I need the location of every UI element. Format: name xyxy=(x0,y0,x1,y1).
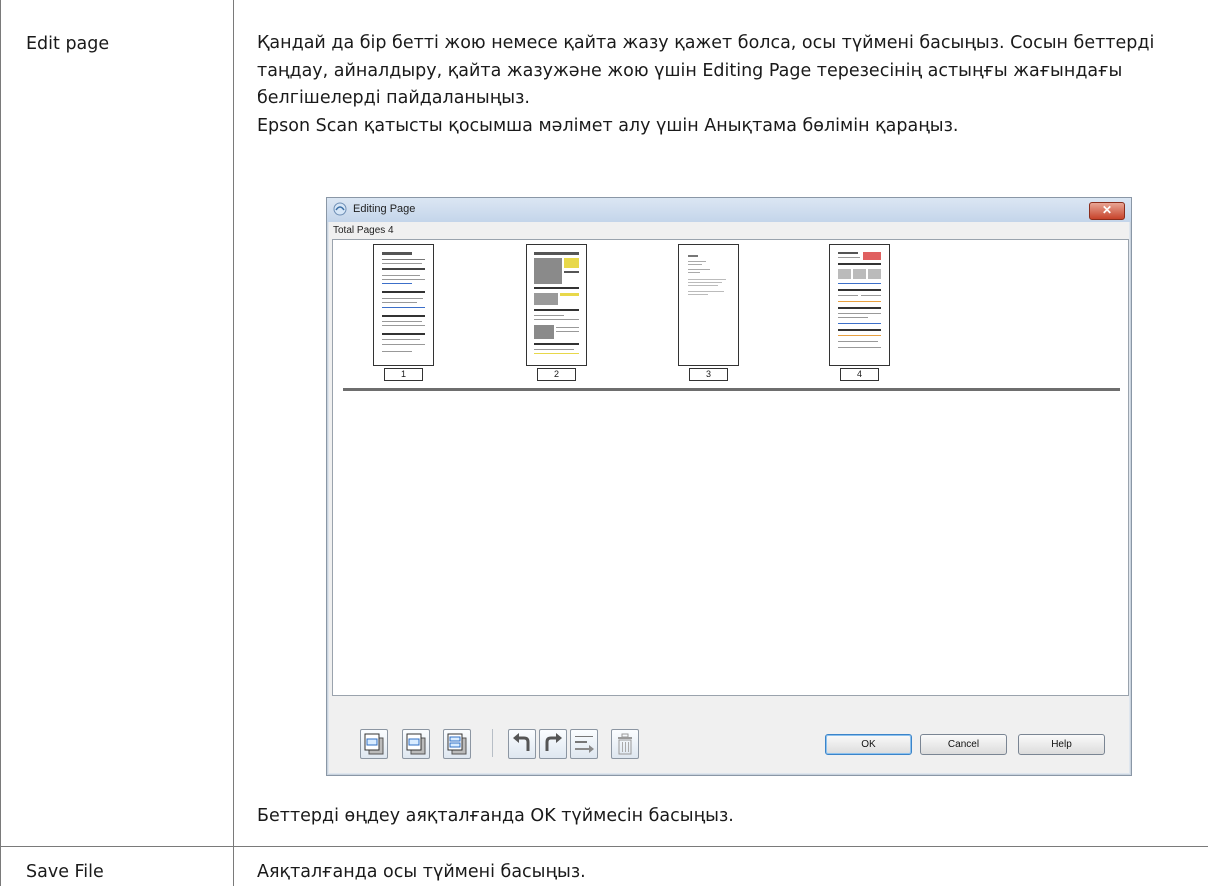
table-column-divider xyxy=(233,0,234,886)
dialog-body: Total Pages 4 1 2 3 4 OK Cancel Help xyxy=(329,222,1129,773)
ok-button[interactable]: OK xyxy=(825,734,912,755)
page-thumbnail[interactable] xyxy=(373,244,434,366)
page-thumbnails-area[interactable]: 1 2 3 4 xyxy=(332,239,1129,696)
rotate-left-button[interactable] xyxy=(508,729,536,759)
page-number-label: 4 xyxy=(840,368,879,381)
toolbar-divider xyxy=(492,729,493,757)
page-thumbnail-image xyxy=(534,252,579,354)
dialog-titlebar: Editing Page ✕ xyxy=(327,198,1131,222)
reorder-icon xyxy=(575,736,594,753)
description-paragraph: Қандай да бір бетті жою немесе қайта жаз… xyxy=(257,33,1155,108)
thumbnail-area-separator xyxy=(343,388,1120,391)
row-label-edit-page: Edit page xyxy=(26,34,110,54)
dialog-toolbar: OK Cancel Help xyxy=(329,699,1129,769)
description-paragraph: Epson Scan қатысты қосымша мәлімет алу ү… xyxy=(257,115,959,136)
page-thumbnail[interactable] xyxy=(526,244,587,366)
page-thumbnail[interactable] xyxy=(678,244,739,366)
rotate-right-icon xyxy=(545,733,562,751)
page-number-label: 3 xyxy=(689,368,728,381)
odd-pages-button[interactable] xyxy=(360,729,388,759)
table-row-divider xyxy=(0,846,1208,847)
row-footer-note: Беттерді өңдеу аяқталғанда OK түймесін б… xyxy=(257,806,734,826)
table-left-border xyxy=(0,0,1,886)
close-button[interactable]: ✕ xyxy=(1089,202,1125,220)
page-thumbnail-image xyxy=(382,252,425,352)
rotate-right-button[interactable] xyxy=(539,729,567,759)
dialog-title: Editing Page xyxy=(353,203,416,215)
row-label-save-file: Save File xyxy=(26,862,104,882)
reorder-button[interactable] xyxy=(570,729,598,759)
even-pages-icon xyxy=(406,733,426,755)
delete-icon xyxy=(618,733,632,755)
close-icon: ✕ xyxy=(1101,203,1113,217)
total-pages-label: Total Pages 4 xyxy=(333,225,394,236)
editing-page-dialog: Editing Page ✕ Total Pages 4 1 2 3 4 OK … xyxy=(326,197,1132,776)
scanner-app-icon xyxy=(333,202,347,216)
cancel-button[interactable]: Cancel xyxy=(920,734,1007,755)
even-pages-button[interactable] xyxy=(402,729,430,759)
row-description-save-file: Аяқталғанда осы түймені басыңыз. xyxy=(257,862,586,882)
page-thumbnail-image xyxy=(688,255,726,295)
help-button[interactable]: Help xyxy=(1018,734,1105,755)
page-thumbnail[interactable] xyxy=(829,244,890,366)
delete-button[interactable] xyxy=(611,729,639,759)
row-description-edit-page: Қандай да бір бетті жою немесе қайта жаз… xyxy=(257,30,1197,140)
page-number-label: 1 xyxy=(384,368,423,381)
page-thumbnail-image xyxy=(838,252,881,348)
rotate-left-icon xyxy=(513,733,530,751)
all-pages-button[interactable] xyxy=(443,729,471,759)
all-pages-icon xyxy=(447,733,467,755)
odd-pages-icon xyxy=(364,733,384,755)
page-number-label: 2 xyxy=(537,368,576,381)
